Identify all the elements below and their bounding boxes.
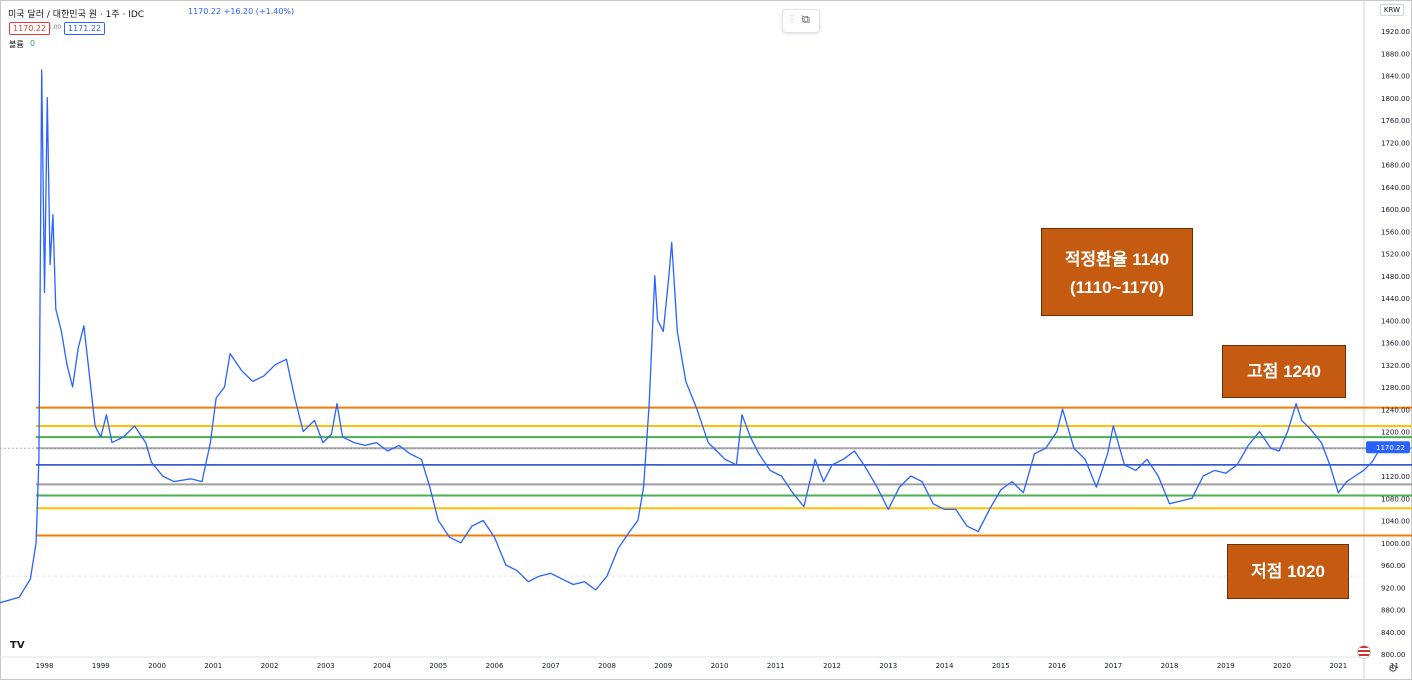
x-tick-label: 2009 xyxy=(654,662,672,670)
annotation-low: 저점 1020 xyxy=(1227,544,1349,599)
x-tick-label: 2010 xyxy=(711,662,729,670)
tradingview-logo-icon: TV xyxy=(10,640,25,651)
annotation-fair-rate-line1: 적정환율 1140 xyxy=(1064,250,1170,269)
y-tick-label: 920.00 xyxy=(1381,584,1406,592)
x-tick-label: 2008 xyxy=(598,662,616,670)
y-tick-label: 1120.00 xyxy=(1381,473,1410,481)
currency-select[interactable]: KRW xyxy=(1379,4,1404,16)
annotation-fair-rate-line2: (1110~1170) xyxy=(1069,278,1165,297)
x-tick-label: 2021 xyxy=(1329,662,1347,670)
price-chart[interactable]: 1920.00 1880.00 1840.00 1800.00 1760.00 1720.… xyxy=(0,0,1412,680)
annotation-high: 고점 1240 xyxy=(1222,345,1346,398)
y-tick-label: 1920.00 xyxy=(1381,28,1410,36)
x-tick-label: 2005 xyxy=(429,662,447,670)
y-tick-label: 800.00 xyxy=(1381,651,1406,659)
x-tick-label: 2000 xyxy=(148,662,166,670)
x-tick-label: 2001 xyxy=(204,662,222,670)
y-tick-label: 1840.00 xyxy=(1381,73,1410,81)
y-tick-label: 1600.00 xyxy=(1381,206,1410,214)
object-tree-icon[interactable]: ⧉ xyxy=(802,13,810,27)
bid-box[interactable]: 1170.22 xyxy=(9,22,51,35)
x-tick-label: 2012 xyxy=(823,662,841,670)
y-tick-label: 1480.00 xyxy=(1381,273,1410,281)
x-tick-label: 2014 xyxy=(936,662,954,670)
x-tick-label: 1998 xyxy=(36,662,54,670)
ask-box[interactable]: 1171.22 xyxy=(64,22,106,35)
x-tick-label: 2003 xyxy=(317,662,335,670)
y-tick-label: 1800.00 xyxy=(1381,95,1410,103)
volume-label: 볼륨 xyxy=(9,40,24,49)
x-tick-label: 2011 xyxy=(767,662,785,670)
spread-text: 1.00 xyxy=(48,24,62,31)
x-tick-label: 2015 xyxy=(992,662,1010,670)
settings-gear-icon[interactable]: ⚙ xyxy=(1388,662,1398,675)
x-tick-label: 2004 xyxy=(373,662,391,670)
x-tick-label: 2018 xyxy=(1161,662,1179,670)
y-tick-label: 1520.00 xyxy=(1381,251,1410,259)
y-tick-label: 1280.00 xyxy=(1381,384,1410,392)
current-price-label: 1170.22 xyxy=(1376,444,1405,452)
y-tick-label: 1000.00 xyxy=(1381,540,1410,548)
quote-text: 1170.22 +16.20 (+1.40%) xyxy=(188,7,295,16)
x-tick-label: 2017 xyxy=(1104,662,1122,670)
y-tick-label: 1640.00 xyxy=(1381,184,1410,192)
y-tick-label: 1320.00 xyxy=(1381,362,1410,370)
y-tick-label: 960.00 xyxy=(1381,562,1406,570)
y-tick-label: 1880.00 xyxy=(1381,50,1410,58)
x-tick-label: 2002 xyxy=(261,662,279,670)
y-tick-label: 1400.00 xyxy=(1381,317,1410,325)
y-tick-label: 1360.00 xyxy=(1381,340,1410,348)
y-tick-label: 840.00 xyxy=(1381,629,1406,637)
x-tick-label: 1999 xyxy=(92,662,110,670)
y-tick-label: 1200.00 xyxy=(1381,429,1410,437)
y-tick-label: 1680.00 xyxy=(1381,162,1410,170)
y-tick-label: 1080.00 xyxy=(1381,495,1410,503)
x-tick-label: 2020 xyxy=(1273,662,1291,670)
y-tick-label: 1760.00 xyxy=(1381,117,1410,125)
x-tick-label: 2013 xyxy=(879,662,897,670)
us-flag-icon xyxy=(1357,645,1371,659)
y-tick-label: 1720.00 xyxy=(1381,139,1410,147)
volume-value: 0 xyxy=(30,39,36,48)
toolbar-widget[interactable]: ⋮⋮ ⧉ xyxy=(782,9,820,33)
y-tick-label: 1440.00 xyxy=(1381,295,1410,303)
y-tick-label: 880.00 xyxy=(1381,607,1406,615)
x-tick-label: 2007 xyxy=(542,662,560,670)
annotation-fair-rate: 적정환율 1140 (1110~1170) xyxy=(1041,228,1193,316)
y-tick-label: 1040.00 xyxy=(1381,518,1410,526)
y-tick-label: 1240.00 xyxy=(1381,406,1410,414)
symbol-title: 미국 달러 / 대한민국 원 · 1주 · IDC xyxy=(8,10,145,20)
price-series-line xyxy=(0,69,1381,604)
x-tick-label: 2016 xyxy=(1048,662,1066,670)
x-tick-label: 2019 xyxy=(1217,662,1235,670)
y-tick-label: 1560.00 xyxy=(1381,228,1410,236)
x-tick-label: 2006 xyxy=(486,662,504,670)
